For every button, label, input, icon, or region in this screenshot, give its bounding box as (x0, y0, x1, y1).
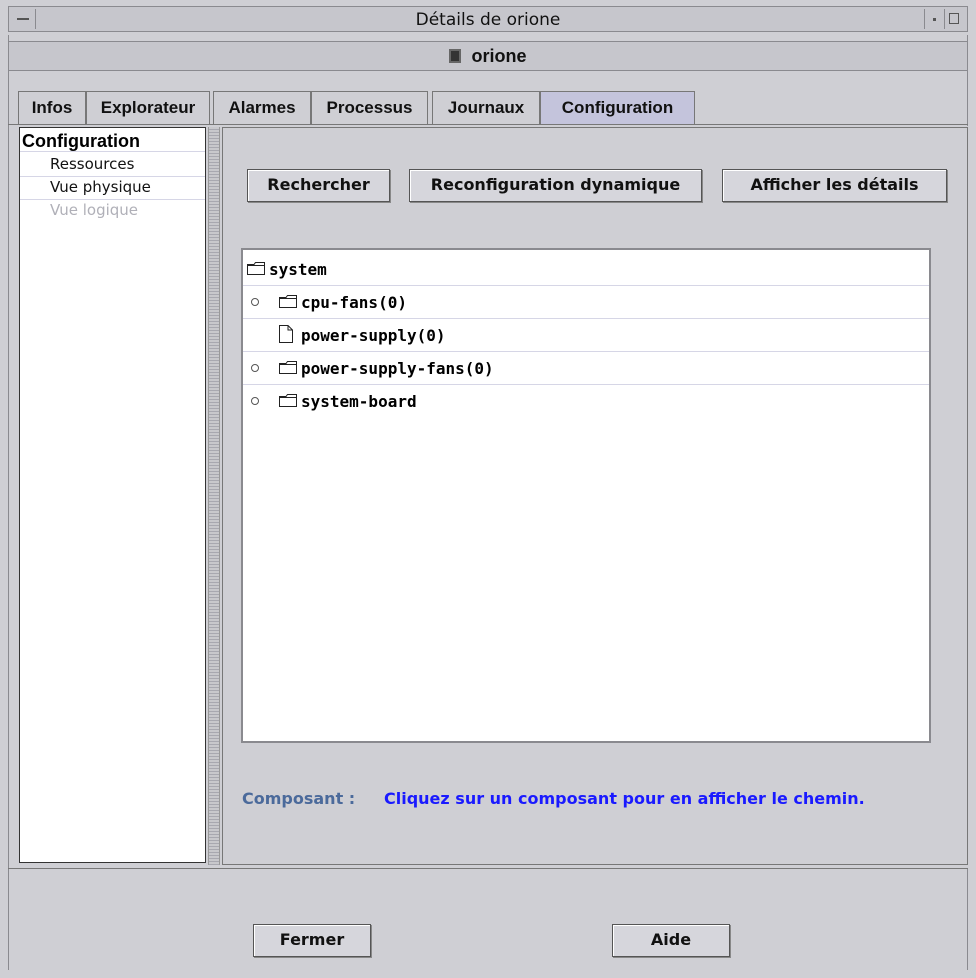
title-bar[interactable]: Détails de orione (8, 6, 968, 32)
host-header: orione (8, 41, 968, 71)
config-sidebar: Configuration Ressources Vue physique Vu… (19, 127, 206, 863)
tree-node-label: system (269, 260, 327, 279)
dynamic-reconfiguration-button[interactable]: Reconfiguration dynamique (409, 169, 702, 202)
tree-node-system-board[interactable]: system-board (243, 385, 929, 418)
splitter-handle[interactable] (208, 127, 220, 865)
host-name: orione (471, 46, 527, 66)
window-title: Détails de orione (415, 10, 561, 30)
folder-icon (279, 394, 297, 407)
tab-configuration[interactable]: Configuration (540, 91, 695, 125)
minimize-button[interactable] (924, 9, 945, 29)
footer-divider (8, 868, 968, 869)
maximize-button[interactable] (944, 9, 965, 29)
search-button[interactable]: Rechercher (247, 169, 390, 202)
sidebar-heading[interactable]: Configuration (20, 130, 205, 152)
component-path-hint: Cliquez sur un composant pour en affiche… (384, 789, 865, 808)
sidebar-item-ressources[interactable]: Ressources (20, 154, 205, 177)
tree-node-power-supply-fans[interactable]: power-supply-fans(0) (243, 352, 929, 385)
tree-node-label: power-supply(0) (301, 326, 446, 345)
tree-node-label: cpu-fans(0) (301, 293, 407, 312)
expand-icon[interactable] (251, 364, 259, 372)
sidebar-item-vue-physique[interactable]: Vue physique (20, 177, 205, 200)
tree-node-system[interactable]: system (243, 253, 929, 286)
show-details-button[interactable]: Afficher les détails (722, 169, 947, 202)
window-border-left (8, 35, 9, 970)
expand-icon[interactable] (251, 397, 259, 405)
tab-journaux[interactable]: Journaux (432, 91, 540, 125)
minimize-icon (933, 18, 936, 21)
component-tree[interactable]: system cpu-fans(0) power-supply(0) power… (241, 248, 931, 743)
tab-explorateur[interactable]: Explorateur (86, 91, 210, 125)
host-icon (449, 49, 462, 63)
file-icon (279, 325, 293, 343)
tree-node-power-supply[interactable]: power-supply(0) (243, 319, 929, 352)
expand-icon[interactable] (251, 298, 259, 306)
component-label: Composant : (242, 789, 356, 808)
folder-icon (247, 262, 265, 275)
tree-node-label: system-board (301, 392, 417, 411)
tab-processus[interactable]: Processus (311, 91, 428, 125)
sidebar-item-vue-logique: Vue logique (50, 201, 139, 219)
tab-alarmes[interactable]: Alarmes (213, 91, 311, 125)
tree-node-label: power-supply-fans(0) (301, 359, 494, 378)
tab-divider (8, 124, 968, 125)
tree-node-cpu-fans[interactable]: cpu-fans(0) (243, 286, 929, 319)
maximize-icon (949, 13, 959, 24)
details-window: Détails de orione orione Infos Explorate… (0, 0, 976, 978)
folder-icon (279, 361, 297, 374)
tab-infos[interactable]: Infos (18, 91, 86, 125)
help-button[interactable]: Aide (612, 924, 730, 957)
close-button[interactable]: Fermer (253, 924, 371, 957)
folder-icon (279, 295, 297, 308)
